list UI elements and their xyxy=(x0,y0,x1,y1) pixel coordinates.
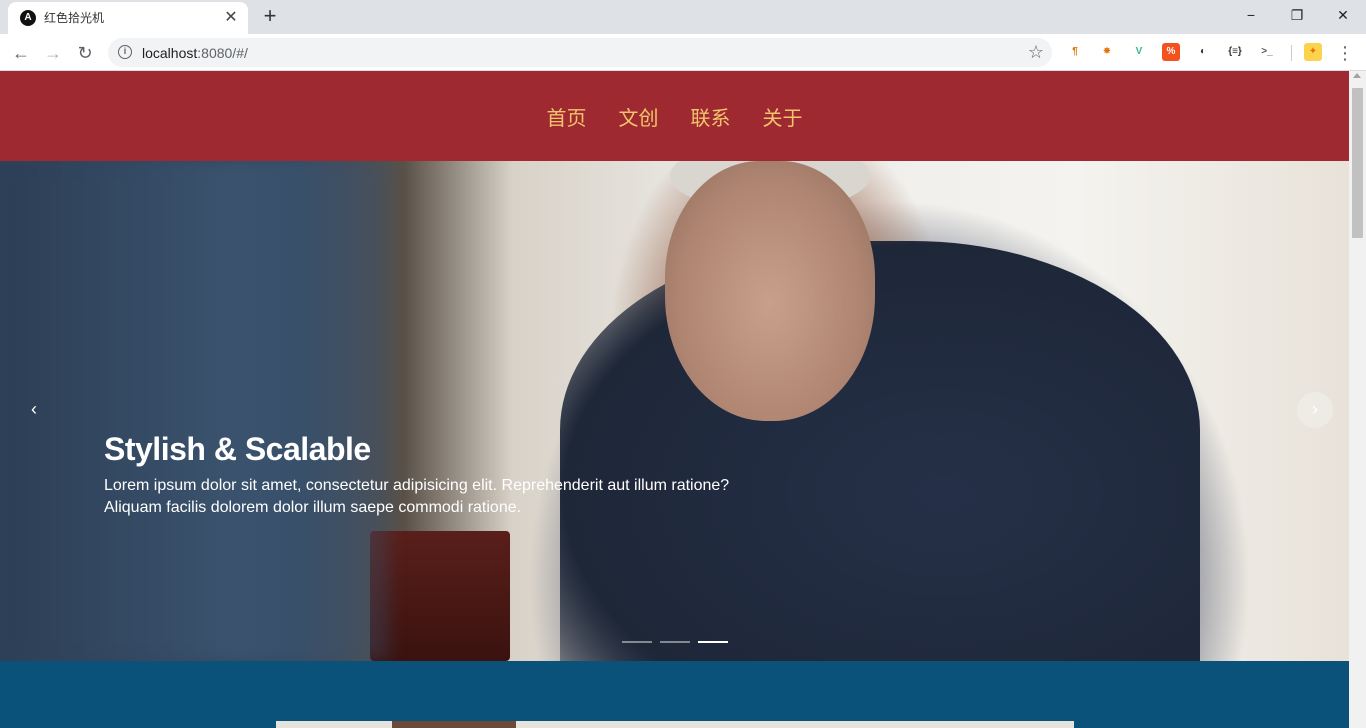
carousel-indicator-1[interactable] xyxy=(622,641,652,643)
address-bar[interactable]: i localhost:8080/#/ ☆ xyxy=(108,38,1052,67)
browser-toolbar: ← → ↻ i localhost:8080/#/ ☆ ¶ ✸ V% ◐ {≡} >_ ✦ … xyxy=(0,34,1366,71)
reload-icon[interactable]: ↻ xyxy=(72,40,98,66)
toolbar-divider xyxy=(1291,45,1292,61)
carousel-next-arrow-icon[interactable]: › xyxy=(1297,392,1333,428)
hero-carousel: Stylish & Scalable Lorem ipsum dolor sit… xyxy=(0,161,1349,661)
page-scrollbar[interactable] xyxy=(1349,71,1366,728)
hero-photo-box xyxy=(370,531,510,661)
carousel-text: Lorem ipsum dolor sit amet, consectetur … xyxy=(104,475,804,519)
tab-title: 红色拾光机 xyxy=(44,11,105,25)
carousel-indicators xyxy=(622,641,728,645)
address-url[interactable]: localhost:8080/#/ xyxy=(142,45,248,61)
browser-tab-bar: A 红色拾光机 ✕ + − ❐ ✕ xyxy=(0,0,1366,34)
site-info-icon[interactable]: i xyxy=(118,45,132,59)
carousel-prev-arrow-icon[interactable]: ‹ xyxy=(16,392,52,428)
section-card-image xyxy=(392,721,516,728)
profile-avatar-icon[interactable]: ✦ xyxy=(1304,43,1322,61)
percent-extension-icon[interactable]: % xyxy=(1162,43,1180,61)
back-arrow-icon[interactable]: ← xyxy=(8,40,34,66)
section-card xyxy=(276,721,1074,728)
blue-section xyxy=(0,661,1349,728)
network-extension-icon[interactable]: ✸ xyxy=(1098,43,1116,61)
nav-item-contact[interactable]: 联系 xyxy=(691,102,731,131)
bookmark-star-icon[interactable]: ☆ xyxy=(1028,42,1044,62)
forward-arrow-icon[interactable]: → xyxy=(40,40,66,66)
carousel-text-line2: Aliquam facilis dolorem dolor illum saep… xyxy=(104,499,522,516)
new-tab-button[interactable]: + xyxy=(258,5,282,29)
carousel-indicator-3[interactable] xyxy=(698,641,728,643)
dark-circle-extension-icon[interactable]: ◐ xyxy=(1194,43,1212,61)
scroll-thumb[interactable] xyxy=(1352,88,1363,238)
carousel-caption: Stylish & Scalable Lorem ipsum dolor sit… xyxy=(104,429,804,519)
browser-menu-icon[interactable]: ⋮ xyxy=(1336,40,1354,66)
nav-item-creative[interactable]: 文创 xyxy=(619,102,659,131)
browser-tab[interactable]: A 红色拾光机 ✕ xyxy=(8,2,248,34)
nav-item-home[interactable]: 首页 xyxy=(547,102,587,131)
hero-photo-face xyxy=(665,161,875,421)
address-path: :8080/#/ xyxy=(197,45,248,61)
site-nav: 首页 文创 联系 关于 xyxy=(0,71,1349,161)
scroll-up-arrow-icon[interactable] xyxy=(1353,73,1361,78)
hero-photo-foreground xyxy=(0,161,390,661)
tab-favicon-icon: A xyxy=(20,10,36,26)
window-maximize-button[interactable]: ❐ xyxy=(1274,0,1320,30)
nav-item-about[interactable]: 关于 xyxy=(763,102,803,131)
carousel-text-line1: Lorem ipsum dolor sit amet, consectetur … xyxy=(104,477,730,494)
window-minimize-button[interactable]: − xyxy=(1228,0,1274,30)
window-close-button[interactable]: ✕ xyxy=(1320,0,1366,30)
pilcrow-extension-icon[interactable]: ¶ xyxy=(1066,43,1084,61)
vue-devtools-icon[interactable]: V xyxy=(1130,43,1148,61)
tab-close-icon[interactable]: ✕ xyxy=(222,9,240,27)
terminal-extension-icon[interactable]: >_ xyxy=(1258,43,1276,61)
json-extension-icon[interactable]: {≡} xyxy=(1226,43,1244,61)
page-viewport: 首页 文创 联系 关于 Stylish & Scalable Lorem ips… xyxy=(0,71,1349,728)
site-header: 首页 文创 联系 关于 xyxy=(0,71,1349,161)
carousel-indicator-2[interactable] xyxy=(660,641,690,643)
address-host: localhost xyxy=(142,45,198,61)
carousel-title: Stylish & Scalable xyxy=(104,431,371,467)
